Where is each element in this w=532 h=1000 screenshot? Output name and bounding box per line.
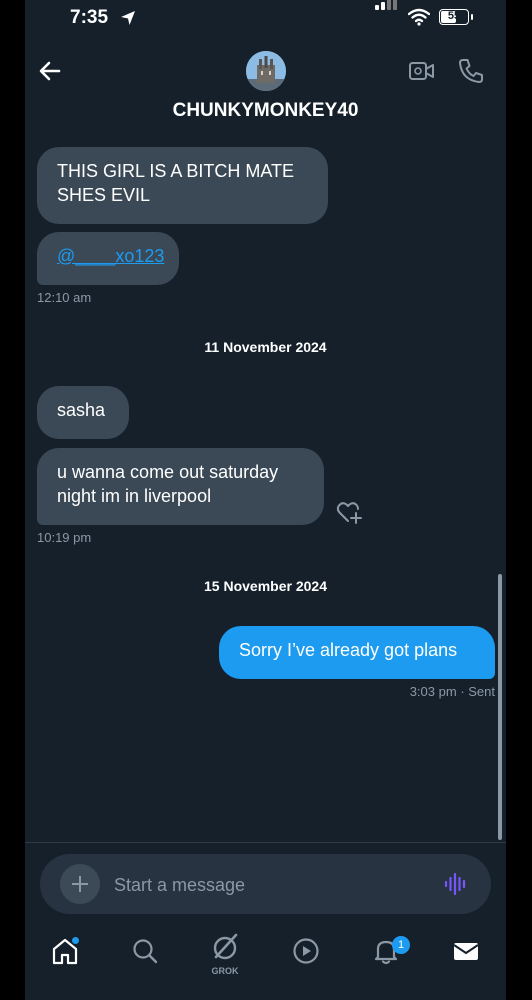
back-arrow-icon[interactable]: [37, 58, 63, 84]
battery-percentage: 55: [447, 10, 461, 22]
message-text: sasha: [57, 400, 106, 420]
scrollbar[interactable]: [498, 574, 502, 840]
conversation-username[interactable]: CHUNKYMONKEY40: [25, 100, 506, 122]
message-text: u wanna come out saturday night im in li…: [57, 462, 279, 506]
message-timestamp: 12:10 am: [37, 290, 92, 305]
notifications-badge: 1: [392, 936, 410, 954]
status-bar: 7:35 55: [25, 0, 506, 36]
message-bubble-outgoing[interactable]: Sorry I’ve already got plans: [219, 626, 495, 679]
messages-envelope-icon[interactable]: [451, 936, 481, 966]
phone-call-icon[interactable]: [457, 57, 485, 85]
video-play-icon[interactable]: [291, 936, 321, 966]
composer-divider: [25, 842, 506, 843]
wifi-icon: [408, 8, 430, 26]
date-separator: 15 November 2024: [204, 578, 327, 594]
home-unread-dot: [72, 937, 79, 944]
message-text: THIS GIRL IS A BITCH MATE SHES EVIL: [57, 161, 295, 205]
message-meta: 3:03 pm · Sent: [410, 684, 495, 699]
message-text: Sorry I’ve already got plans: [239, 640, 458, 660]
add-reaction-heart-icon[interactable]: [335, 498, 363, 526]
grok-icon[interactable]: [210, 932, 240, 962]
message-bubble-incoming[interactable]: @____xo123: [37, 232, 179, 285]
avatar[interactable]: [246, 51, 286, 91]
grok-label: GROK: [211, 966, 239, 976]
location-arrow-icon: [121, 11, 135, 25]
battery-tip: [471, 14, 473, 20]
message-bubble-incoming[interactable]: u wanna come out saturday night im in li…: [37, 448, 324, 525]
dm-conversation-screen: 7:35 55 CHUNKYMONKEY40 THIS GIRL IS A BI…: [25, 0, 506, 1000]
message-status: · Sent: [460, 684, 495, 699]
search-icon[interactable]: [130, 936, 160, 966]
status-time: 7:35: [70, 7, 109, 28]
voice-message-icon[interactable]: [443, 871, 469, 897]
mention-link[interactable]: @____xo123: [57, 246, 164, 266]
message-bubble-incoming[interactable]: THIS GIRL IS A BITCH MATE SHES EVIL: [37, 147, 328, 224]
message-composer: [40, 854, 491, 914]
video-call-icon[interactable]: [408, 58, 436, 84]
battery-indicator: 55: [439, 9, 469, 25]
date-separator: 11 November 2024: [204, 339, 327, 355]
avatar-image: [246, 51, 286, 91]
message-input[interactable]: [112, 868, 416, 902]
message-timestamp: 10:19 pm: [37, 530, 92, 545]
message-bubble-incoming[interactable]: sasha: [37, 386, 129, 439]
message-timestamp: 3:03 pm: [409, 684, 457, 699]
add-media-button[interactable]: [60, 864, 100, 904]
